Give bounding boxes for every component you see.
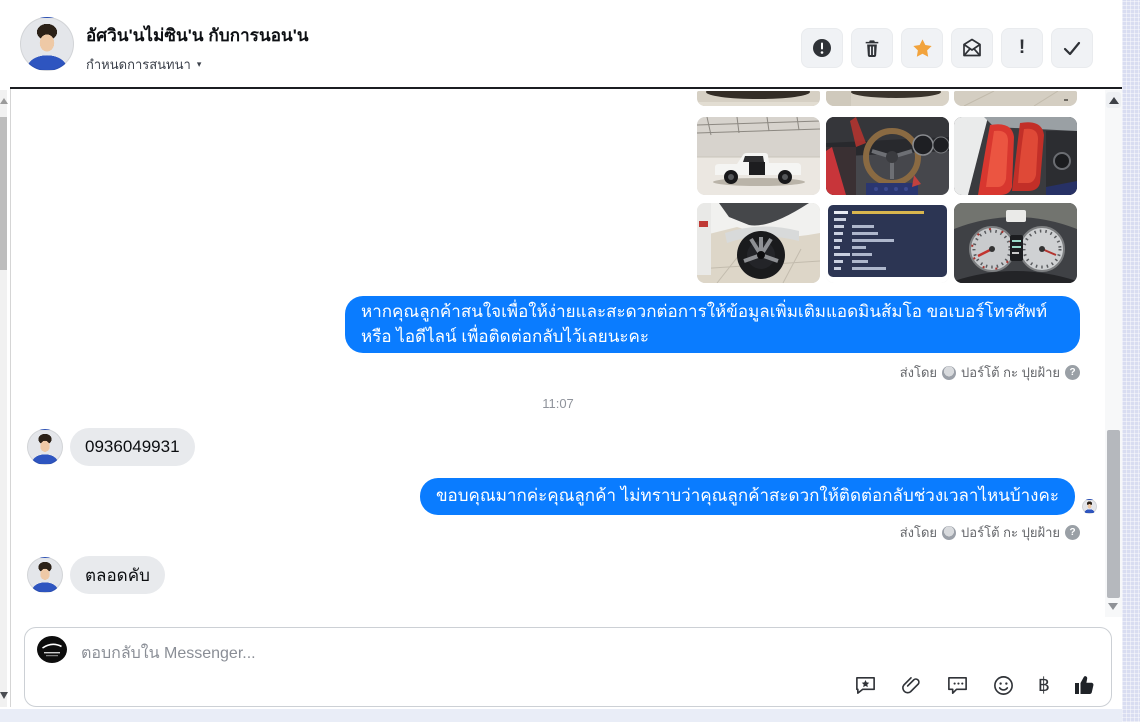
mark-important-button[interactable]: ! xyxy=(1001,28,1043,68)
incoming-message-text: ตลอดคับ xyxy=(85,565,150,585)
mark-unread-button[interactable] xyxy=(951,28,993,68)
chat-scroll-up-button[interactable] xyxy=(1106,92,1121,108)
comment-button[interactable] xyxy=(946,673,969,697)
car-floor-image xyxy=(697,91,820,106)
timestamp: 11:07 xyxy=(542,396,574,411)
contact-message-avatar[interactable] xyxy=(27,429,63,465)
contact-info: อัศวิน'นไม่ซิน'น กับการนอน'น กำหนดการสนท… xyxy=(86,22,309,75)
attach-button[interactable] xyxy=(900,673,923,697)
chevron-down-icon: ▾ xyxy=(196,59,202,69)
help-icon[interactable]: ? xyxy=(1065,525,1080,540)
photo-car-floor-2[interactable] xyxy=(826,91,949,106)
like-button[interactable] xyxy=(1073,673,1097,697)
incoming-message-bubble: ตลอดคับ xyxy=(70,556,165,594)
reply-composer: ตอบกลับใน Messenger... ฿ xyxy=(24,627,1112,707)
follow-up-button[interactable] xyxy=(901,28,943,68)
payment-icon: ฿ xyxy=(1037,674,1050,696)
saved-replies-icon xyxy=(855,676,875,694)
outgoing-message-text: ขอบคุณมากค่ะคุณลูกค้า ไม่ทราบว่าคุณลูกค้… xyxy=(435,486,1059,506)
truck-side-image xyxy=(697,117,820,195)
left-scrollbar[interactable] xyxy=(0,90,8,707)
photo-red-racing-seats[interactable] xyxy=(954,117,1077,195)
emoji-icon xyxy=(993,675,1013,695)
check-icon xyxy=(1063,41,1081,56)
photo-steering-wheel-interior[interactable] xyxy=(826,117,949,195)
header-divider xyxy=(10,87,1122,89)
report-button[interactable] xyxy=(801,28,843,68)
photo-truck-side-view[interactable] xyxy=(697,117,820,195)
steering-wheel-image xyxy=(826,117,949,195)
contact-avatar[interactable] xyxy=(20,17,74,71)
attachment-icon xyxy=(901,676,920,693)
chat-scrollbar-thumb[interactable] xyxy=(1107,430,1120,598)
sent-by-name: ปอร์โต้ กะ ปุยฝ้าย xyxy=(961,525,1060,540)
scheduler-label: กำหนดการสนทนา xyxy=(86,57,191,72)
seen-avatar-icon xyxy=(1082,499,1097,514)
chat-scrollbar[interactable] xyxy=(1105,90,1122,617)
scheduled-messages-dropdown[interactable]: กำหนดการสนทนา ▾ xyxy=(86,54,309,75)
photo-car-spec-sheet[interactable] xyxy=(826,203,949,283)
mark-done-button[interactable] xyxy=(1051,28,1093,68)
like-icon xyxy=(1075,676,1094,694)
red-seats-image xyxy=(954,117,1077,195)
composer-toolbar: ฿ xyxy=(854,673,1097,697)
header-toolbar: ! xyxy=(801,28,1093,68)
scroll-up-arrow-icon xyxy=(1108,96,1119,104)
incoming-message-text: 0936049931 xyxy=(85,437,180,456)
delete-button[interactable] xyxy=(851,28,893,68)
comment-icon xyxy=(947,676,967,694)
outgoing-message-bubble: ขอบคุณมากค่ะคุณลูกค้า ไม่ทราบว่าคุณลูกค้… xyxy=(419,478,1075,515)
sent-by-label: ส่งโดย xyxy=(899,365,938,380)
page-avatar-icon xyxy=(942,525,957,540)
photo-car-floor-3[interactable] xyxy=(954,91,1077,106)
page-avatar-icon xyxy=(942,365,957,380)
emoji-button[interactable] xyxy=(992,673,1015,697)
exclamation-icon: ! xyxy=(1018,37,1026,58)
messenger-conversation-window: อัศวิน'นไม่ซิน'น กับการนอน'น กำหนดการสนท… xyxy=(0,0,1140,722)
sent-by-attribution: ส่งโดย ปอร์โต้ กะ ปุยฝ้าย ? xyxy=(900,522,1080,543)
sent-by-attribution: ส่งโดย ปอร์โต้ กะ ปุยฝ้าย ? xyxy=(900,362,1080,383)
gauges-image xyxy=(954,203,1077,283)
sent-by-name: ปอร์โต้ กะ ปุยฝ้าย xyxy=(961,365,1060,380)
outgoing-message-bubble: หากคุณลูกค้าสนใจเพื่อให้ง่ายและสะดวกต่อก… xyxy=(345,296,1080,353)
payment-button[interactable]: ฿ xyxy=(1038,673,1050,697)
scroll-down-arrow-icon[interactable] xyxy=(1108,603,1118,610)
contact-message-avatar[interactable] xyxy=(27,557,63,593)
mark-unread-icon xyxy=(963,38,981,57)
page-logo-avatar xyxy=(37,636,67,663)
left-scrollbar-thumb[interactable] xyxy=(0,117,7,270)
help-icon[interactable]: ? xyxy=(1065,365,1080,380)
incoming-message-bubble: 0936049931 xyxy=(70,428,195,466)
chat-left-border xyxy=(10,89,11,707)
sent-by-label: ส่งโดย xyxy=(899,525,938,540)
trash-icon xyxy=(865,39,879,57)
scroll-down-arrow-icon[interactable] xyxy=(0,692,8,699)
window-edge-strip xyxy=(1122,0,1140,722)
report-icon xyxy=(813,39,831,57)
photo-dashboard-gauges[interactable] xyxy=(954,203,1077,283)
photo-front-wheel-closeup[interactable] xyxy=(697,203,820,283)
outgoing-message-text: หากคุณลูกค้าสนใจเพื่อให้ง่ายและสะดวกต่อก… xyxy=(361,302,1048,346)
car-floor-image xyxy=(826,91,949,106)
photo-car-floor-1[interactable] xyxy=(697,91,820,106)
car-floor-image xyxy=(954,91,1077,106)
spec-sheet-image xyxy=(826,203,949,283)
star-icon xyxy=(912,38,932,57)
scroll-up-arrow-icon[interactable] xyxy=(0,98,8,104)
saved-replies-button[interactable] xyxy=(854,673,877,697)
reply-input[interactable]: ตอบกลับใน Messenger... xyxy=(25,628,1111,672)
reply-placeholder: ตอบกลับใน Messenger... xyxy=(81,645,256,662)
front-wheel-image xyxy=(697,203,820,283)
bottom-edge-strip xyxy=(0,709,1122,722)
contact-name: อัศวิน'นไม่ซิน'น กับการนอน'น xyxy=(86,26,309,45)
